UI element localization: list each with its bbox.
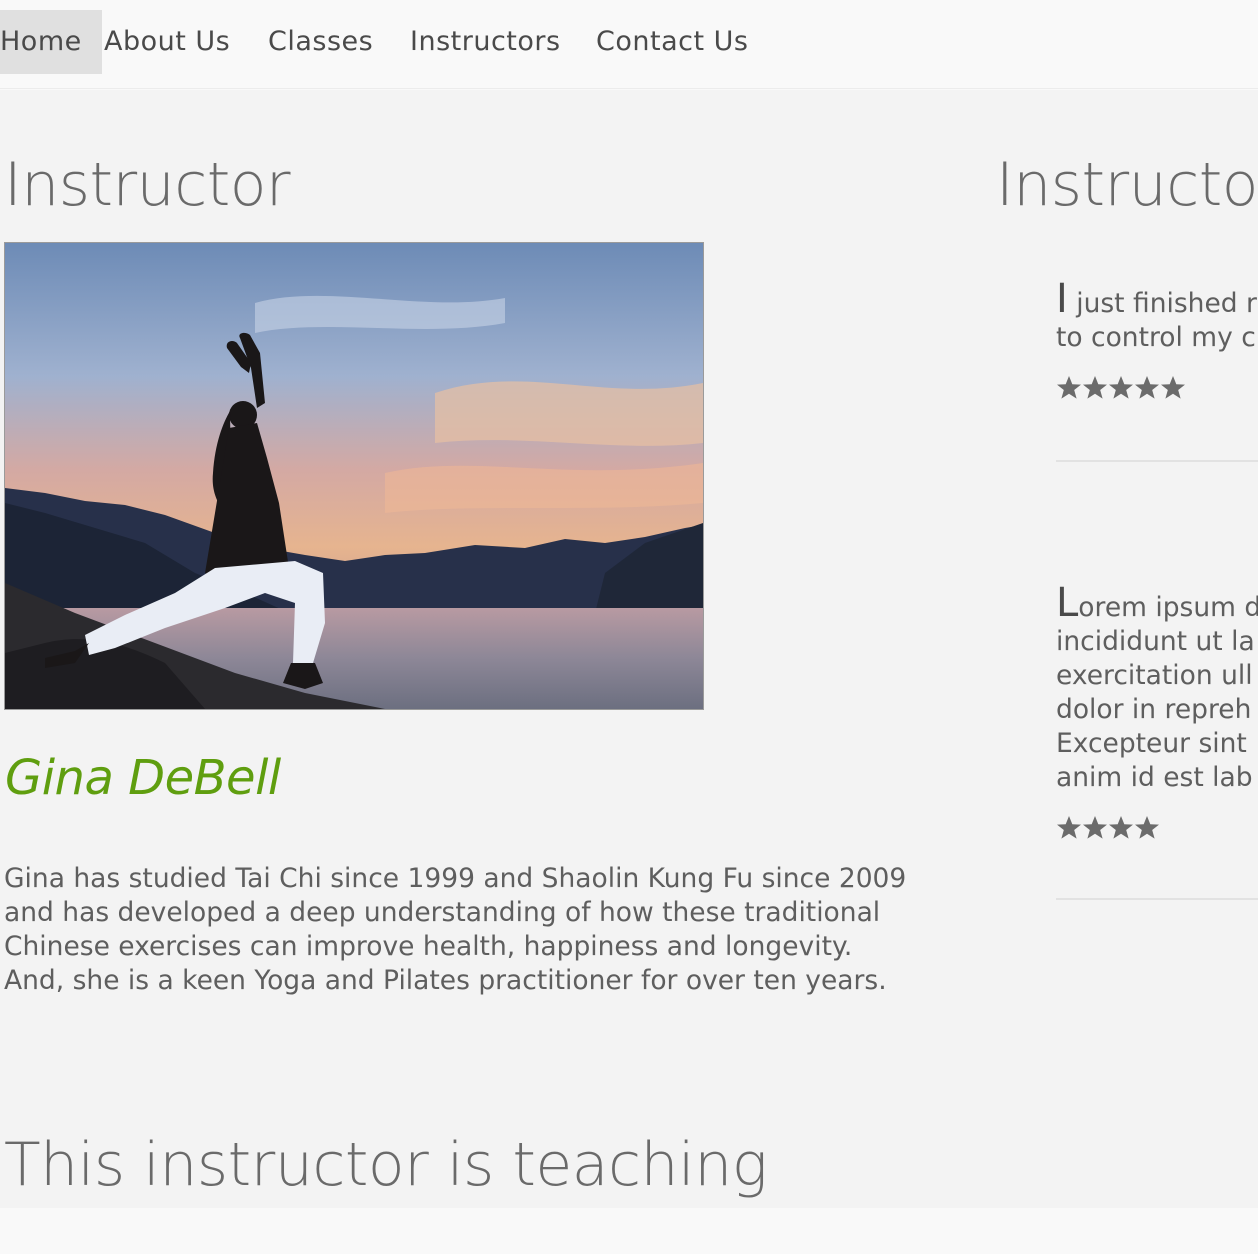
review-line: just finished r <box>1067 288 1257 319</box>
nav-item-classes[interactable]: Classes <box>268 10 373 74</box>
star-icon <box>1135 816 1159 839</box>
review-line: incididunt ut la <box>1056 626 1255 657</box>
star-rating <box>1056 375 1258 405</box>
top-navigation-bar: Home About Us Classes Instructors Contac… <box>0 0 1258 89</box>
review-initial: I <box>1056 282 1068 322</box>
instructor-heading: Instructor <box>4 150 291 220</box>
star-rating <box>1056 815 1258 845</box>
instructor-bio: Gina has studied Tai Chi since 1999 and … <box>4 863 907 996</box>
review-line: Excepteur sint <box>1056 728 1247 759</box>
instructor-photo <box>4 242 704 710</box>
nav-item-home[interactable]: Home <box>0 10 102 74</box>
review-line: to control my c <box>1056 322 1256 353</box>
nav-item-about-us[interactable]: About Us <box>104 10 230 74</box>
star-icon <box>1109 376 1133 399</box>
review-line: anim id est lab <box>1056 762 1253 793</box>
review-text: I just finished r to control my c <box>1056 282 1258 355</box>
star-icon <box>1057 376 1081 399</box>
review-card-1: I just finished r to control my c <box>1056 282 1258 405</box>
instructor-reviews-heading: Instructo <box>996 150 1258 220</box>
review-line: orem ipsum d <box>1078 592 1258 623</box>
review-line: exercitation ull <box>1056 660 1253 691</box>
review-card-2: Lorem ipsum d incididunt ut la exercitat… <box>1056 586 1258 845</box>
star-icon <box>1109 816 1133 839</box>
teaching-heading: This instructor is teaching <box>4 1130 768 1200</box>
review-initial: L <box>1056 586 1079 626</box>
star-icon <box>1135 376 1159 399</box>
star-icon <box>1083 816 1107 839</box>
review-divider <box>1056 898 1258 900</box>
instructor-name: Gina DeBell <box>5 750 281 806</box>
nav-item-instructors[interactable]: Instructors <box>410 10 561 74</box>
review-line: dolor in repreh <box>1056 694 1252 725</box>
main-content: Instructor Gina DeBell Gina has studied … <box>0 90 1258 1208</box>
star-icon <box>1161 376 1185 399</box>
footer-strip <box>0 1208 1258 1254</box>
star-icon <box>1083 376 1107 399</box>
star-icon <box>1057 816 1081 839</box>
yoga-sunset-image <box>5 243 703 709</box>
review-text: Lorem ipsum d incididunt ut la exercitat… <box>1056 586 1258 795</box>
review-divider <box>1056 460 1258 462</box>
nav-item-contact-us[interactable]: Contact Us <box>596 10 748 74</box>
